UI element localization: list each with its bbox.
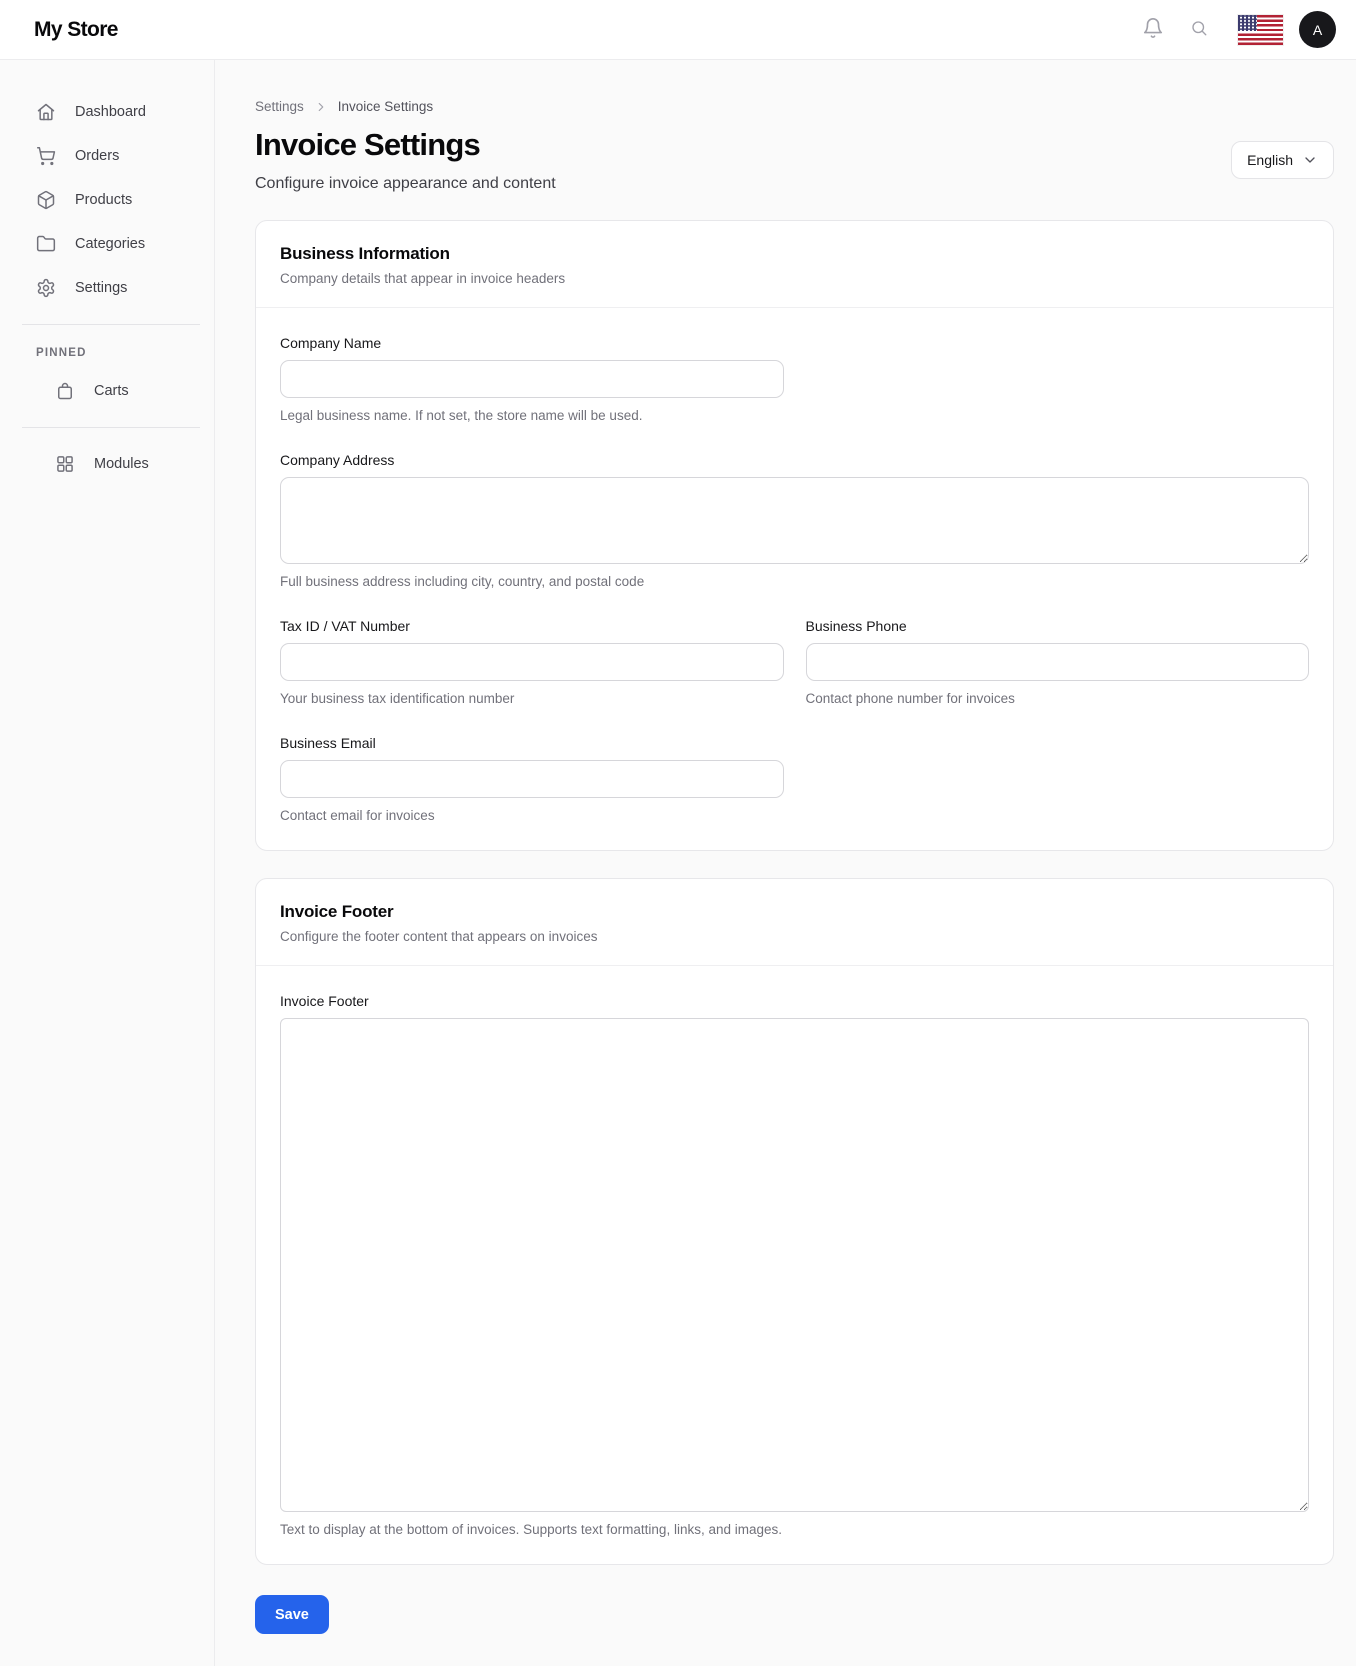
sidebar-item-modules[interactable]: Modules xyxy=(0,442,214,486)
invoice-footer-textarea[interactable] xyxy=(280,1018,1309,1512)
invoice-footer-card: Invoice Footer Configure the footer cont… xyxy=(255,878,1334,1565)
tax-id-input[interactable] xyxy=(280,643,784,681)
search-button[interactable] xyxy=(1190,19,1208,40)
card-header: Business Information Company details tha… xyxy=(256,221,1333,308)
tax-id-helper: Your business tax identification number xyxy=(280,691,515,706)
sidebar-item-products[interactable]: Products xyxy=(0,178,214,222)
folder-icon xyxy=(36,234,56,254)
chevron-down-icon xyxy=(1302,152,1318,168)
sidebar: Dashboard Orders Products Categories Set… xyxy=(0,60,215,1666)
package-icon xyxy=(36,190,56,210)
language-selector-value: English xyxy=(1247,152,1293,168)
card-body: Company Name Legal business name. If not… xyxy=(256,308,1333,850)
sidebar-item-settings[interactable]: Settings xyxy=(0,266,214,310)
sidebar-item-categories[interactable]: Categories xyxy=(0,222,214,266)
tax-id-label: Tax ID / VAT Number xyxy=(280,618,410,634)
gear-icon xyxy=(36,278,56,298)
store-brand: My Store xyxy=(34,17,118,41)
card-subtitle: Configure the footer content that appear… xyxy=(280,929,598,944)
header-actions: A xyxy=(1142,11,1336,48)
top-header: My Store A xyxy=(0,0,1356,60)
card-title: Invoice Footer xyxy=(280,902,394,921)
search-icon xyxy=(1190,19,1208,40)
page-title: Invoice Settings xyxy=(255,127,481,162)
card-header: Invoice Footer Configure the footer cont… xyxy=(256,879,1333,966)
business-phone-field-group: Business Phone Contact phone number for … xyxy=(805,618,1309,706)
main-content: Settings Invoice Settings Invoice Settin… xyxy=(215,60,1356,1666)
business-information-card: Business Information Company details tha… xyxy=(255,220,1334,851)
invoice-footer-helper: Text to display at the bottom of invoice… xyxy=(280,1522,782,1537)
business-email-field-group: Business Email Contact email for invoice… xyxy=(280,735,784,823)
business-phone-helper: Contact phone number for invoices xyxy=(805,691,1015,706)
cart-icon xyxy=(36,146,56,166)
language-selector[interactable]: English xyxy=(1231,141,1334,179)
sidebar-item-orders[interactable]: Orders xyxy=(0,134,214,178)
card-body: Invoice Footer Text to display at the bo… xyxy=(256,966,1333,1564)
company-name-helper: Legal business name. If not set, the sto… xyxy=(280,408,643,423)
sidebar-item-dashboard[interactable]: Dashboard xyxy=(0,90,214,134)
company-name-label: Company Name xyxy=(280,335,382,351)
bell-icon xyxy=(1142,17,1164,42)
business-email-label: Business Email xyxy=(280,735,376,751)
business-email-helper: Contact email for invoices xyxy=(280,808,435,823)
invoice-footer-label: Invoice Footer xyxy=(280,993,369,1009)
notifications-button[interactable] xyxy=(1142,17,1164,42)
sidebar-item-label: Products xyxy=(75,192,133,208)
language-flag-us[interactable] xyxy=(1238,14,1283,45)
user-avatar[interactable]: A xyxy=(1299,11,1336,48)
sidebar-item-label: Settings xyxy=(75,280,128,296)
sidebar-item-carts[interactable]: Carts xyxy=(0,369,214,413)
company-address-helper: Full business address including city, co… xyxy=(280,574,645,589)
page-subtitle: Configure invoice appearance and content xyxy=(255,175,556,192)
sidebar-item-label: Orders xyxy=(75,148,120,164)
card-title: Business Information xyxy=(280,244,450,263)
save-button[interactable]: Save xyxy=(255,1595,329,1634)
grid-icon xyxy=(55,454,75,474)
business-email-input[interactable] xyxy=(280,760,784,798)
company-address-field-group: Company Address Full business address in… xyxy=(280,452,1309,589)
company-name-field-group: Company Name Legal business name. If not… xyxy=(280,335,784,423)
sidebar-divider xyxy=(22,324,200,325)
sidebar-item-label: Categories xyxy=(75,236,146,252)
sidebar-item-label: Dashboard xyxy=(75,104,146,120)
breadcrumb-settings[interactable]: Settings xyxy=(255,99,304,114)
tax-id-field-group: Tax ID / VAT Number Your business tax id… xyxy=(280,618,784,706)
page-head: Settings Invoice Settings Invoice Settin… xyxy=(255,60,1334,193)
breadcrumb: Settings Invoice Settings xyxy=(255,99,1334,114)
flag-canton xyxy=(1238,14,1257,31)
pinned-section-label: PINNED xyxy=(36,347,87,359)
company-address-label: Company Address xyxy=(280,452,395,468)
company-name-input[interactable] xyxy=(280,360,784,398)
invoice-footer-field-group: Invoice Footer Text to display at the bo… xyxy=(280,993,1309,1537)
home-icon xyxy=(36,102,56,122)
sidebar-divider xyxy=(22,427,200,428)
business-phone-label: Business Phone xyxy=(805,618,907,634)
sidebar-item-label: Modules xyxy=(94,456,149,472)
card-subtitle: Company details that appear in invoice h… xyxy=(280,271,566,286)
company-address-textarea[interactable] xyxy=(280,477,1309,564)
sidebar-item-label: Carts xyxy=(94,383,129,399)
shopping-bag-icon xyxy=(55,381,75,401)
breadcrumb-invoice-settings: Invoice Settings xyxy=(337,99,434,114)
business-phone-input[interactable] xyxy=(805,643,1309,681)
chevron-right-icon xyxy=(314,100,328,114)
